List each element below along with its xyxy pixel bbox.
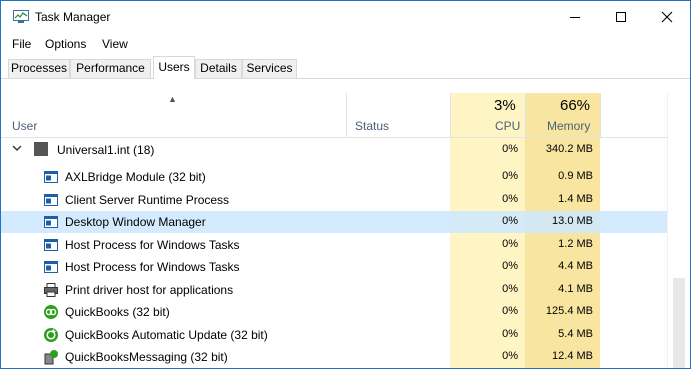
app-window-icon	[44, 216, 58, 228]
cpu-value: 0%	[502, 170, 518, 182]
app-window-icon	[44, 194, 58, 206]
process-row[interactable]: Host Process for Windows Tasks 0% 4.4 MB	[1, 256, 667, 278]
process-name: Desktop Window Manager	[65, 215, 206, 229]
quickbooks-messaging-icon	[44, 350, 58, 365]
header-divider	[1, 137, 667, 138]
printer-icon	[44, 283, 58, 297]
menu-file[interactable]: File	[12, 37, 31, 51]
task-manager-window: Task Manager File Options View Processes…	[0, 0, 691, 369]
column-divider[interactable]	[525, 93, 526, 137]
tab-users[interactable]: Users	[153, 56, 195, 79]
process-name: QuickBooks (32 bit)	[65, 305, 170, 319]
process-row-selected[interactable]: Desktop Window Manager 0% 13.0 MB	[1, 211, 667, 233]
memory-value: 125.4 MB	[545, 305, 593, 317]
user-icon	[34, 142, 48, 156]
cpu-value: 0%	[502, 350, 518, 362]
maximize-icon	[616, 12, 626, 22]
memory-value: 12.4 MB	[552, 350, 593, 362]
process-name: Print driver host for applications	[65, 283, 234, 297]
cpu-value: 0%	[502, 328, 518, 340]
process-name: Client Server Runtime Process	[65, 193, 230, 207]
cpu-value: 0%	[502, 215, 518, 227]
column-label-memory: Memory	[547, 119, 591, 133]
process-name: Host Process for Windows Tasks	[65, 238, 240, 252]
memory-value: 4.4 MB	[558, 260, 593, 272]
cpu-value: 0%	[502, 238, 518, 250]
minimize-button[interactable]	[552, 1, 598, 33]
quickbooks-icon	[44, 305, 58, 319]
memory-value: 1.2 MB	[558, 238, 593, 250]
process-row[interactable]: AXLBridge Module (32 bit) 0% 0.9 MB	[1, 166, 667, 188]
tab-details[interactable]: Details	[195, 59, 242, 78]
column-divider[interactable]	[600, 93, 601, 137]
column-label-cpu: CPU	[495, 119, 521, 133]
maximize-button[interactable]	[598, 1, 644, 33]
process-name: AXLBridge Module (32 bit)	[65, 170, 206, 184]
process-name: QuickBooksMessaging (32 bit)	[65, 350, 228, 364]
column-label-status: Status	[355, 119, 390, 133]
tab-performance[interactable]: Performance	[70, 59, 151, 78]
column-divider[interactable]	[450, 93, 451, 137]
memory-value: 1.4 MB	[558, 193, 593, 205]
quickbooks-update-icon	[44, 328, 58, 342]
memory-value: 13.0 MB	[552, 215, 593, 227]
close-icon	[661, 11, 673, 23]
cpu-value: 0%	[502, 193, 518, 205]
cpu-value: 0%	[502, 283, 518, 295]
column-label-user: User	[12, 119, 38, 133]
memory-value: 4.1 MB	[558, 283, 593, 295]
app-window-icon	[44, 171, 58, 183]
user-group-name: Universal1.int (18)	[57, 143, 155, 157]
tab-processes[interactable]: Processes	[8, 59, 70, 78]
vertical-scrollbar[interactable]	[667, 93, 690, 368]
scrollbar-thumb[interactable]	[673, 278, 685, 368]
process-row[interactable]: Host Process for Windows Tasks 0% 1.2 MB	[1, 234, 667, 256]
cpu-total-percent: 3%	[494, 97, 516, 114]
cpu-value: 0%	[502, 143, 518, 155]
cpu-value: 0%	[502, 305, 518, 317]
process-row[interactable]: Print driver host for applications 0% 4.…	[1, 279, 667, 301]
chevron-down-icon[interactable]	[12, 143, 22, 153]
process-row[interactable]: QuickBooks (32 bit) 0% 125.4 MB	[1, 301, 667, 323]
task-manager-icon	[13, 10, 29, 23]
close-button[interactable]	[644, 1, 690, 33]
tab-strip-border	[1, 78, 690, 79]
memory-value: 5.4 MB	[558, 328, 593, 340]
memory-total-percent: 66%	[560, 97, 591, 114]
user-group-row[interactable]: Universal1.int (18) 0% 340.2 MB	[1, 139, 667, 161]
process-row[interactable]: QuickBooks Automatic Update (32 bit) 0% …	[1, 324, 667, 346]
app-window-icon	[44, 261, 58, 273]
process-row[interactable]: QuickBooksMessaging (32 bit) 0% 12.4 MB	[1, 346, 667, 368]
process-row[interactable]: Client Server Runtime Process 0% 1.4 MB	[1, 189, 667, 211]
process-name: QuickBooks Automatic Update (32 bit)	[65, 328, 268, 342]
process-name: Host Process for Windows Tasks	[65, 260, 240, 274]
sort-ascending-icon: ▲	[168, 94, 177, 104]
menu-options[interactable]: Options	[45, 37, 86, 51]
window-title: Task Manager	[35, 10, 111, 24]
cpu-value: 0%	[502, 260, 518, 272]
app-window-icon	[44, 239, 58, 251]
title-bar[interactable]: Task Manager	[1, 1, 690, 33]
memory-value: 0.9 MB	[558, 170, 593, 182]
tab-services[interactable]: Services	[242, 59, 297, 78]
menu-view[interactable]: View	[102, 37, 128, 51]
menu-bar: File Options View	[1, 35, 690, 55]
minimize-icon	[570, 17, 580, 18]
memory-value: 340.2 MB	[545, 143, 593, 155]
column-divider[interactable]	[346, 93, 347, 137]
